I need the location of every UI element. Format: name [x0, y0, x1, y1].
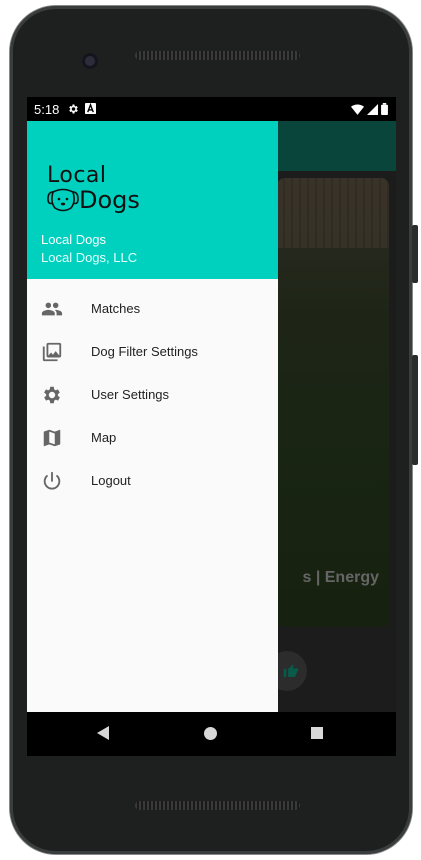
power-side-button [412, 355, 418, 465]
screen: 5:18 s | Energy Local Dogs Local Dogs Lo… [27, 97, 396, 712]
home-button[interactable] [204, 727, 217, 740]
menu-label: User Settings [91, 387, 170, 402]
menu-label: Map [91, 430, 117, 445]
front-camera [82, 53, 98, 69]
signal-icon [367, 103, 378, 115]
wifi-icon [351, 103, 364, 115]
menu-item-logout[interactable]: Logout [27, 459, 278, 502]
drawer-header-subtitle: Local Dogs, LLC [41, 250, 138, 265]
people-icon [41, 302, 63, 316]
dog-face-icon [47, 188, 79, 212]
map-icon [43, 429, 61, 447]
app-content: s | Energy Local Dogs Local Dogs Local D… [27, 121, 396, 712]
gear-icon [44, 386, 60, 404]
drawer-header-title: Local Dogs [41, 232, 107, 247]
local-dogs-logo: Local Dogs [47, 163, 140, 214]
volume-button [412, 225, 418, 283]
system-navigation-bar [27, 712, 396, 756]
menu-item-user-settings[interactable]: User Settings [27, 373, 278, 416]
a-notification-icon [85, 103, 96, 114]
status-time: 5:18 [34, 102, 60, 117]
back-button[interactable] [97, 726, 109, 740]
settings-icon [69, 104, 78, 114]
logo-line-local: Local [47, 163, 107, 188]
logo-line-dogs: Dogs [79, 186, 140, 214]
drawer-header: Local Dogs Local Dogs Local Dogs, LLC [27, 121, 278, 279]
menu-item-map[interactable]: Map [27, 416, 278, 459]
menu-label: Matches [91, 301, 141, 316]
menu-item-dog-filter-settings[interactable]: Dog Filter Settings [27, 330, 278, 373]
menu-item-matches[interactable]: Matches [27, 287, 278, 330]
status-bar: 5:18 [27, 97, 396, 121]
recents-button[interactable] [311, 727, 323, 739]
power-icon [43, 471, 61, 490]
bottom-speaker [135, 801, 300, 810]
top-speaker [135, 51, 300, 60]
photo-library-icon [42, 342, 62, 362]
menu-label: Logout [91, 473, 131, 488]
menu-label: Dog Filter Settings [91, 344, 198, 359]
drawer-menu: Matches Dog Filter Settings User Setting… [27, 287, 278, 502]
battery-icon [381, 103, 388, 115]
navigation-drawer: Local Dogs Local Dogs Local Dogs, LLC Ma… [27, 121, 278, 712]
